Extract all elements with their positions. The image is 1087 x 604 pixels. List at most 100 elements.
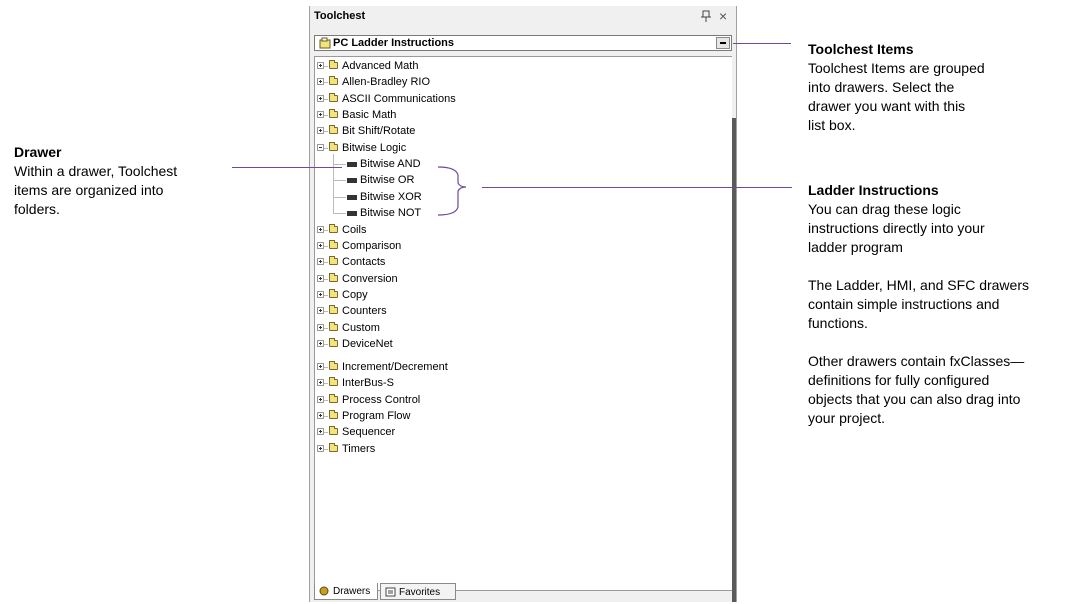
pin-icon[interactable] bbox=[701, 10, 711, 22]
expand-icon[interactable] bbox=[317, 323, 324, 331]
ladder-callout: Ladder Instructions You can drag these l… bbox=[808, 181, 1029, 428]
drawer-select[interactable]: PC Ladder Instructions bbox=[314, 35, 732, 51]
tree-item-label: Timers bbox=[342, 442, 376, 455]
tree-connector bbox=[324, 383, 328, 385]
drawer-icon bbox=[319, 37, 331, 49]
expand-icon[interactable] bbox=[317, 241, 324, 249]
folder-icon bbox=[329, 256, 338, 266]
instruction-label: Bitwise XOR bbox=[360, 190, 422, 203]
tree-item-label: Bitwise Logic bbox=[342, 141, 407, 154]
expand-icon[interactable] bbox=[317, 290, 324, 298]
expand-icon[interactable] bbox=[317, 362, 324, 370]
tree-item-label: Basic Math bbox=[342, 109, 397, 122]
tree-connector bbox=[324, 366, 328, 368]
instruction-icon bbox=[347, 178, 357, 184]
tree-connector bbox=[333, 164, 346, 166]
dropdown-arrow-button[interactable] bbox=[716, 37, 730, 49]
instruction-label: Bitwise NOT bbox=[360, 207, 422, 220]
ladder-callout-line: Other drawers contain fxClasses— bbox=[808, 353, 1025, 369]
tree-connector bbox=[324, 98, 328, 100]
folder-icon bbox=[329, 76, 338, 86]
tree-item-label: Coils bbox=[342, 223, 367, 236]
folder-icon bbox=[329, 109, 338, 119]
tree-connector bbox=[324, 432, 328, 434]
tree-connector bbox=[324, 294, 328, 296]
folder-icon bbox=[329, 377, 338, 387]
drawer-callout-line: Within a drawer, Toolchest bbox=[14, 163, 178, 179]
tree-item-label: Copy bbox=[342, 288, 368, 301]
folder-icon bbox=[329, 239, 338, 249]
folder-icon bbox=[329, 409, 338, 419]
ladder-callout-line: functions. bbox=[808, 315, 868, 331]
expand-icon[interactable] bbox=[317, 379, 324, 387]
instruction-label: Bitwise OR bbox=[360, 174, 415, 187]
expand-icon[interactable] bbox=[317, 411, 324, 419]
tree-connector bbox=[324, 82, 328, 84]
tree-item-label: Allen-Bradley RIO bbox=[342, 76, 431, 89]
expand-icon[interactable] bbox=[317, 225, 324, 233]
expand-icon[interactable] bbox=[317, 111, 324, 119]
tree-connector bbox=[324, 131, 328, 133]
folder-icon bbox=[329, 321, 338, 331]
tree-item-label: Sequencer bbox=[342, 426, 396, 439]
expand-icon[interactable] bbox=[317, 395, 324, 403]
ladder-leader-line bbox=[482, 187, 792, 188]
folder-icon bbox=[329, 288, 338, 298]
ladder-callout-line: your project. bbox=[808, 410, 886, 426]
expand-icon[interactable] bbox=[317, 94, 324, 102]
tree-item-label: Process Control bbox=[342, 393, 421, 406]
folder-icon bbox=[329, 426, 338, 436]
tree-item-label: Advanced Math bbox=[342, 60, 419, 72]
toolchest-items-callout: Toolchest Items Toolchest Items are grou… bbox=[808, 40, 985, 135]
drawer-leader-line bbox=[232, 167, 342, 168]
drawer-callout: Drawer Within a drawer, Toolchest items … bbox=[14, 143, 177, 219]
close-icon[interactable]: × bbox=[719, 8, 727, 24]
favorites-tab-icon bbox=[385, 587, 396, 597]
toolchest-panel: Toolchest × PC Ladder Instructions Advan… bbox=[309, 6, 737, 602]
expand-icon[interactable] bbox=[317, 258, 324, 266]
tree-connector bbox=[324, 229, 328, 231]
ladder-callout-line: contain simple instructions and bbox=[808, 296, 1000, 312]
tree-item-label: Contacts bbox=[342, 256, 386, 269]
drawer-callout-line: items are organized into bbox=[14, 182, 164, 198]
expand-icon[interactable] bbox=[317, 339, 324, 347]
tree-connector bbox=[324, 327, 328, 329]
tree-connector bbox=[324, 399, 328, 401]
tree-connector bbox=[324, 147, 328, 149]
instructions-brace bbox=[437, 166, 467, 216]
folder-icon bbox=[329, 442, 338, 452]
tree-connector bbox=[324, 448, 328, 450]
expand-icon[interactable] bbox=[317, 274, 324, 282]
tree-connector bbox=[324, 115, 328, 117]
items-callout-title: Toolchest Items bbox=[808, 41, 914, 57]
items-callout-line: Toolchest Items are grouped bbox=[808, 60, 985, 76]
collapse-icon[interactable] bbox=[317, 143, 324, 151]
items-callout-line: into drawers. Select the bbox=[808, 79, 955, 95]
tree-item-label: Conversion bbox=[342, 272, 398, 285]
ladder-callout-line: definitions for fully configured bbox=[808, 372, 990, 388]
expand-icon[interactable] bbox=[317, 127, 324, 135]
expand-icon[interactable] bbox=[317, 307, 324, 315]
tree-connector bbox=[333, 180, 346, 182]
tree-connector bbox=[324, 311, 328, 313]
folder-icon bbox=[329, 60, 338, 69]
tab-drawers[interactable]: Drawers bbox=[314, 583, 378, 600]
expand-icon[interactable] bbox=[317, 428, 324, 436]
folder-icon bbox=[329, 223, 338, 233]
tree-connector bbox=[324, 278, 328, 280]
tab-favorites[interactable]: Favorites bbox=[380, 583, 456, 600]
folder-icon bbox=[329, 393, 338, 403]
tree-item-label: Increment/Decrement bbox=[342, 360, 448, 373]
ladder-callout-line: You can drag these logic bbox=[808, 201, 961, 217]
folder-icon bbox=[329, 360, 338, 370]
instruction-label: Bitwise AND bbox=[360, 158, 421, 171]
expand-icon[interactable] bbox=[317, 62, 324, 69]
expand-icon[interactable] bbox=[317, 78, 324, 86]
tree-connector bbox=[324, 66, 328, 67]
panel-scrollbar[interactable] bbox=[732, 118, 736, 602]
folder-icon bbox=[329, 272, 338, 282]
expand-icon[interactable] bbox=[317, 444, 324, 452]
folder-icon bbox=[329, 305, 338, 315]
tree-item-label: Program Flow bbox=[342, 409, 411, 422]
drawer-callout-title: Drawer bbox=[14, 144, 62, 160]
